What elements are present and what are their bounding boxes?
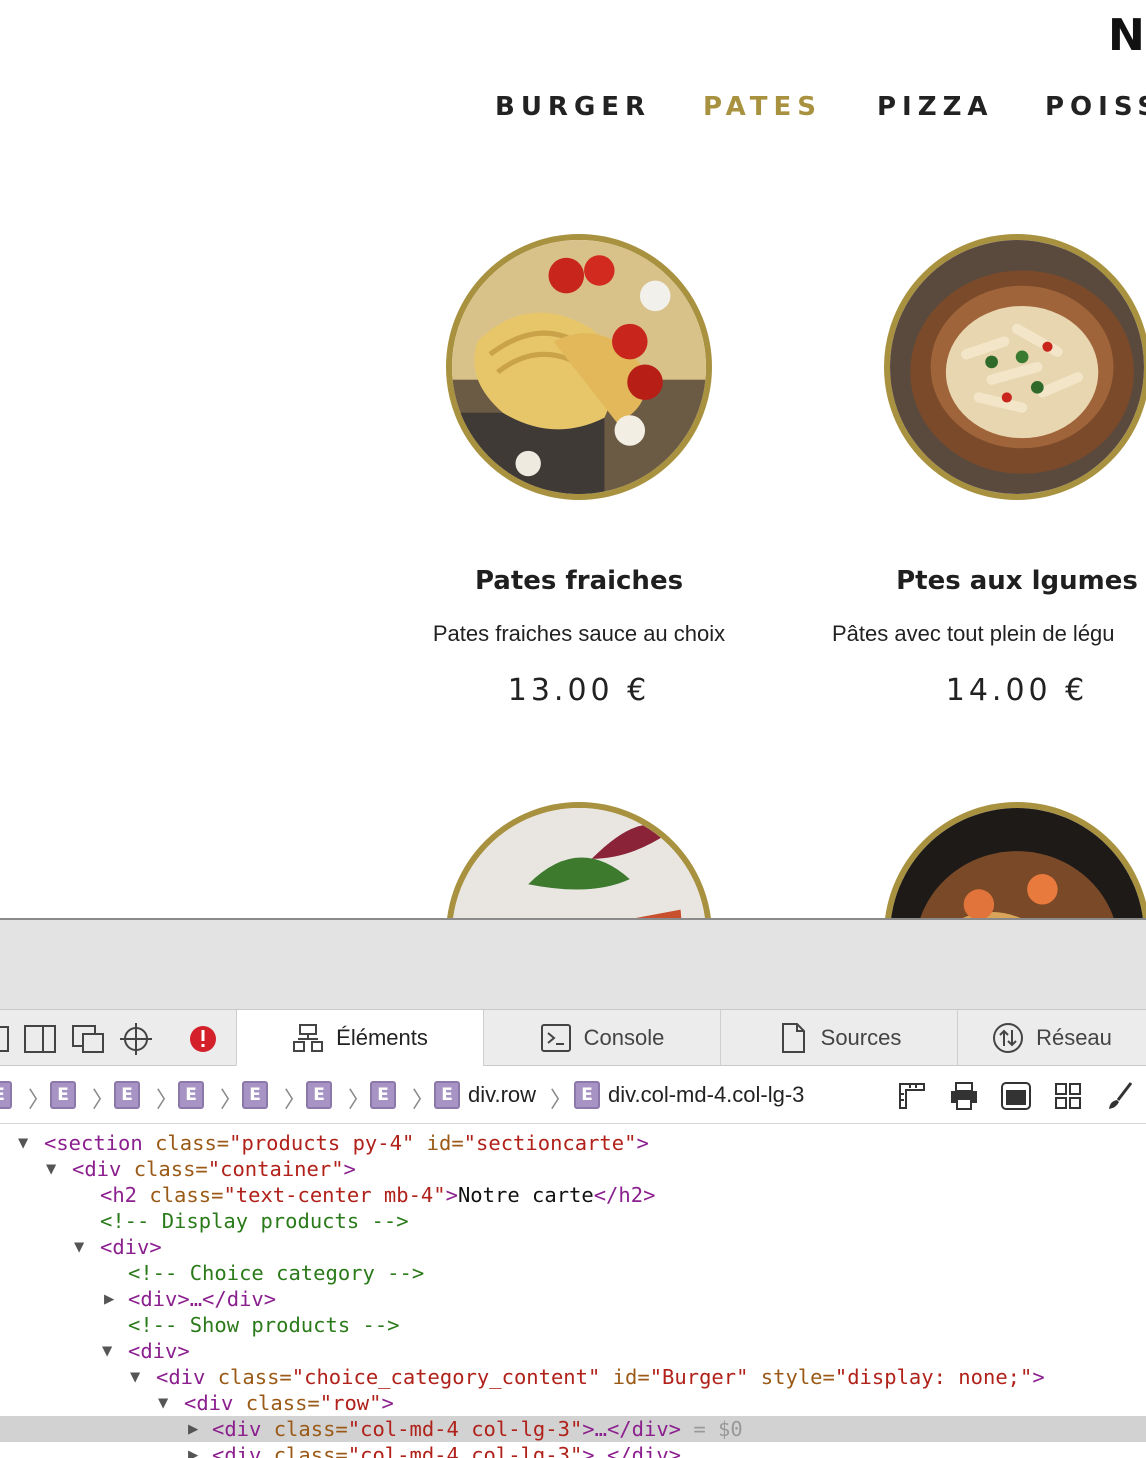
disclosure-open-icon[interactable]: ▼ — [102, 1338, 112, 1364]
chevron-right-icon: 〉 — [284, 1087, 307, 1112]
dom-node-div[interactable]: ▼ <div> — [0, 1338, 1146, 1364]
disclosure-open-icon[interactable]: ▼ — [74, 1234, 84, 1260]
product-image-pates-legumes — [884, 234, 1146, 500]
chevron-right-icon: 〉 — [550, 1087, 573, 1112]
paintbrush-icon[interactable] — [1104, 1080, 1136, 1112]
product-image-pates-fraiches — [446, 234, 712, 500]
chevron-right-icon: 〉 — [92, 1087, 115, 1112]
product-image-penne — [446, 802, 712, 918]
dom-node-div[interactable]: ▼ <div> — [0, 1234, 1146, 1260]
dom-comment[interactable]: <!-- Display products --> — [0, 1208, 1146, 1234]
chevron-right-icon: 〉 — [348, 1087, 371, 1112]
tab-console[interactable]: Console — [483, 1010, 720, 1066]
breadcrumb-item-row[interactable]: Ediv.row — [434, 1080, 536, 1110]
page-viewport: N BURGER PATES PIZZA POISS — [0, 0, 1146, 918]
breadcrumb-item[interactable]: E — [178, 1080, 204, 1110]
breadcrumb-item[interactable]: E — [0, 1080, 12, 1110]
dock-side-icon[interactable] — [23, 1022, 57, 1056]
breadcrumb-label: div.row — [468, 1082, 537, 1107]
dom-node-col-selected[interactable]: ▶ <div class="col-md-4 col-lg-3">…</div> … — [0, 1416, 1146, 1442]
breadcrumb-item[interactable]: E — [114, 1080, 140, 1110]
disclosure-closed-icon[interactable]: ▶ — [188, 1416, 198, 1442]
tab-sources-label: Sources — [820, 1025, 902, 1050]
sources-icon — [781, 1023, 805, 1053]
ruler-icon[interactable] — [896, 1080, 928, 1112]
error-icon[interactable] — [186, 1022, 220, 1056]
tab-console-label: Console — [583, 1025, 665, 1050]
product-title: Ptes aux lgumes — [896, 566, 1138, 596]
disclosure-closed-icon[interactable]: ▶ — [104, 1286, 114, 1312]
product-title: Pates fraiches — [474, 566, 684, 596]
console-icon — [540, 1024, 571, 1052]
screenshot-icon[interactable] — [1000, 1080, 1032, 1112]
devtools-titlebar — [0, 920, 1146, 1010]
product-image-fruits-de-mer — [884, 802, 1146, 918]
dom-node-div-collapsed[interactable]: ▶ <div>…</div> — [0, 1286, 1146, 1312]
nav-item-pates[interactable]: PATES — [703, 92, 822, 122]
dom-node-row[interactable]: ▼ <div class="row"> — [0, 1390, 1146, 1416]
dom-comment[interactable]: <!-- Choice category --> — [0, 1260, 1146, 1286]
chevron-right-icon: 〉 — [220, 1087, 243, 1112]
dom-node-container[interactable]: ▼ <div class="container"> — [0, 1156, 1146, 1182]
breadcrumb-item[interactable]: E — [50, 1080, 76, 1110]
tab-elements[interactable]: Éléments — [236, 1010, 483, 1066]
print-icon[interactable] — [948, 1080, 980, 1112]
dom-comment[interactable]: <!-- Show products --> — [0, 1312, 1146, 1338]
disclosure-closed-icon[interactable]: ▶ — [188, 1442, 198, 1458]
product-price: 14.00 € — [945, 673, 1089, 708]
dom-node-section[interactable]: ▼ <section class="products py-4" id="sect… — [0, 1130, 1146, 1156]
product-price: 13.00 € — [507, 673, 651, 708]
devtools-toolbar: Éléments Console Sources Réseau — [0, 1010, 1146, 1066]
breadcrumb-item[interactable]: E — [370, 1080, 396, 1110]
devtools-panel: Éléments Console Sources Réseau E 〉 E 〉 … — [0, 918, 1146, 1458]
nav-item-pizza[interactable]: PIZZA — [877, 92, 994, 122]
elements-icon — [293, 1023, 324, 1052]
element-picker-icon[interactable] — [119, 1022, 153, 1056]
disclosure-open-icon[interactable]: ▼ — [158, 1390, 168, 1416]
chevron-right-icon: 〉 — [412, 1087, 435, 1112]
product-description: Pates fraiches sauce au choix — [432, 621, 726, 646]
breadcrumb: E 〉 E 〉 E 〉 E 〉 E 〉 E 〉 E 〉 Ediv.row 〉 E… — [0, 1066, 1146, 1124]
disclosure-open-icon[interactable]: ▼ — [130, 1364, 140, 1390]
grid-layout-icon[interactable] — [1052, 1080, 1084, 1112]
nav-item-burger[interactable]: BURGER — [495, 92, 651, 122]
dom-node-choice-category[interactable]: ▼ <div class="choice_category_content" id… — [0, 1364, 1146, 1390]
network-icon — [993, 1023, 1024, 1053]
tab-elements-label: Éléments — [336, 1024, 428, 1050]
tab-network[interactable]: Réseau — [957, 1010, 1146, 1066]
breadcrumb-label: div.col-md-4.col-lg-3 — [608, 1082, 805, 1107]
breadcrumb-item[interactable]: E — [242, 1080, 268, 1110]
tab-sources[interactable]: Sources — [720, 1010, 957, 1066]
category-nav: BURGER PATES PIZZA POISS — [0, 92, 1146, 132]
dom-node-h2[interactable]: <h2 class="text-center mb-4">Notre carte… — [0, 1182, 1146, 1208]
breadcrumb-item[interactable]: E — [306, 1080, 332, 1110]
product-description: Pâtes avec tout plein de légu — [832, 621, 1115, 646]
disclosure-open-icon[interactable]: ▼ — [46, 1156, 56, 1182]
brand-title: N — [1108, 10, 1145, 61]
dom-node-col[interactable]: ▶ <div class="col-md-4 col-lg-3">…</div> — [0, 1442, 1146, 1458]
responsive-mode-icon[interactable] — [71, 1022, 105, 1056]
dom-tree: ▼ <section class="products py-4" id="sect… — [0, 1130, 1146, 1458]
breadcrumb-item-col[interactable]: Ediv.col-md-4.col-lg-3 — [574, 1080, 804, 1110]
nav-item-poisson[interactable]: POISS — [1045, 92, 1146, 122]
tab-network-label: Réseau — [1036, 1025, 1112, 1050]
disclosure-open-icon[interactable]: ▼ — [18, 1130, 28, 1156]
chevron-right-icon: 〉 — [156, 1087, 179, 1112]
chevron-right-icon: 〉 — [28, 1087, 51, 1112]
dock-icon[interactable] — [0, 1022, 12, 1056]
